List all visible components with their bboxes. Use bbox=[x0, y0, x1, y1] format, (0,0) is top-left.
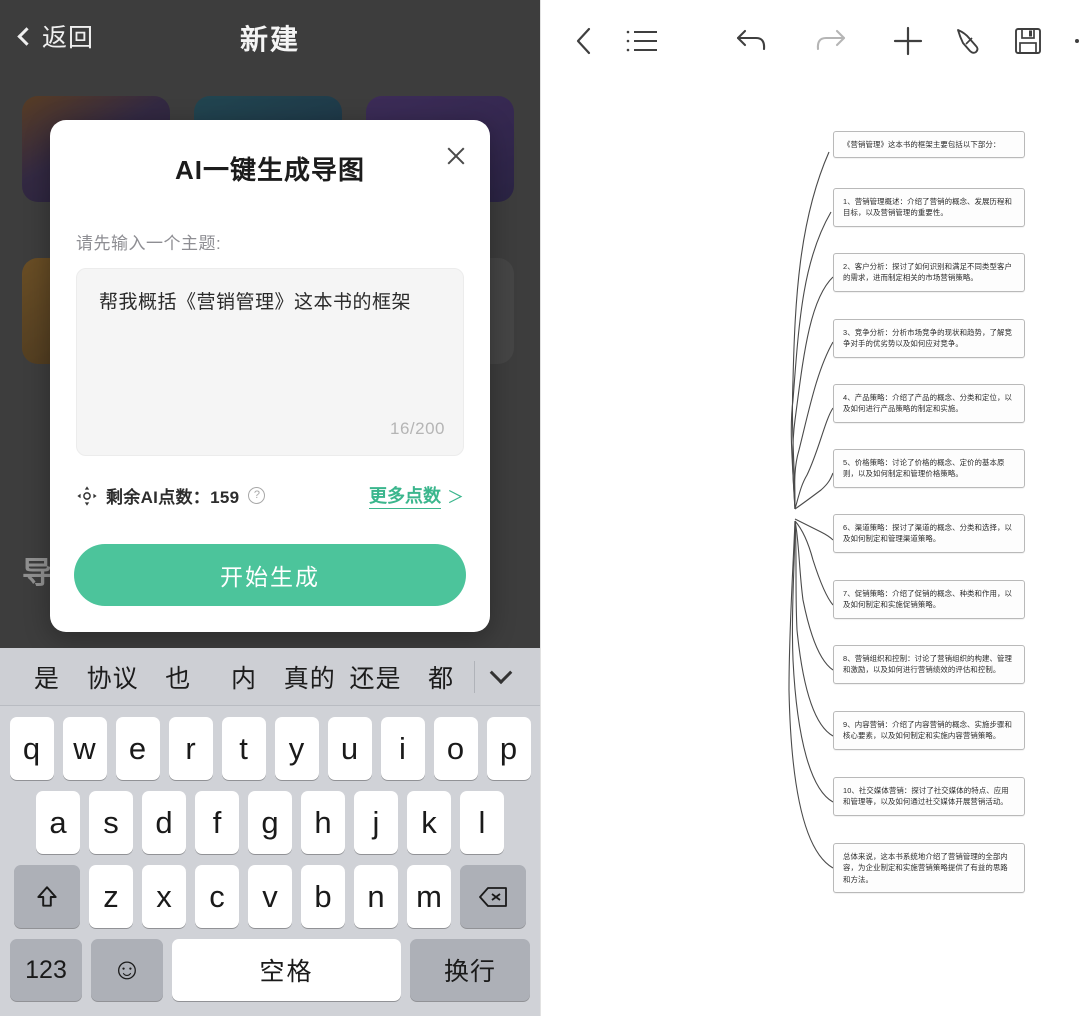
more-points-link[interactable]: 更多点数 ＞ bbox=[369, 482, 464, 509]
key-b[interactable]: b bbox=[301, 865, 345, 928]
topic-input-value: 帮我概括《营销管理》这本书的框架 bbox=[99, 292, 412, 313]
key-e[interactable]: e bbox=[115, 717, 160, 780]
key-g[interactable]: g bbox=[248, 791, 292, 854]
key-r[interactable]: r bbox=[168, 717, 213, 780]
key-w[interactable]: w bbox=[62, 717, 107, 780]
suggestion-item[interactable]: 也 bbox=[145, 659, 211, 695]
key-i[interactable]: i bbox=[380, 717, 425, 780]
key-m[interactable]: m bbox=[407, 865, 451, 928]
points-label: 剩余AI点数：159 bbox=[106, 488, 240, 507]
keyboard-row-2: a s d f g h j k l bbox=[0, 791, 540, 854]
emoji-icon[interactable]: ☺ bbox=[91, 939, 163, 1001]
key-space[interactable]: 空格 bbox=[172, 939, 401, 1001]
key-j[interactable]: j bbox=[354, 791, 398, 854]
mindmap-panel: 帮我概括《营销管理》这本书的框架 《营销管理》这本书的框架主要包括以下部分： 1… bbox=[540, 0, 1080, 1016]
mindmap-node[interactable]: 9、内容营销：介绍了内容营销的概念、实施步骤和核心要素，以及如何制定和实施内容营… bbox=[833, 711, 1025, 750]
mindmap-node[interactable]: 10、社交媒体营销：探讨了社交媒体的特点、应用和管理等，以及如何通过社交媒体开展… bbox=[833, 777, 1025, 816]
key-q[interactable]: q bbox=[9, 717, 54, 780]
mindmap-node[interactable]: 6、渠道策略：探讨了渠道的概念、分类和选择，以及如何制定和管理渠道策略。 bbox=[833, 514, 1025, 553]
key-s[interactable]: s bbox=[89, 791, 133, 854]
key-y[interactable]: y bbox=[274, 717, 319, 780]
chevron-right-icon: ＞ bbox=[447, 488, 464, 507]
shift-icon[interactable] bbox=[14, 865, 80, 928]
prompt-label: 请先输入一个主题: bbox=[76, 234, 222, 253]
key-f[interactable]: f bbox=[195, 791, 239, 854]
mindmap-node[interactable]: 2、客户分析：探讨了如何识别和满足不同类型客户的需求，进而制定相关的市场营销策略… bbox=[833, 253, 1025, 292]
chevron-down-icon[interactable] bbox=[474, 660, 526, 693]
mindmap-node[interactable]: 总体来说，这本书系统地介绍了营销管理的全部内容，为企业制定和实施营销策略提供了有… bbox=[833, 843, 1025, 894]
page-title: 新建 bbox=[239, 24, 300, 55]
key-t[interactable]: t bbox=[221, 717, 266, 780]
mindmap-node[interactable]: 5、价格策略：讨论了价格的概念、定价的基本原则，以及如何制定和管理价格策略。 bbox=[833, 449, 1025, 488]
phone-navbar: 返回 新建 bbox=[0, 0, 540, 82]
char-counter: 16/200 bbox=[390, 418, 445, 438]
help-icon[interactable]: ? bbox=[248, 487, 266, 504]
key-k[interactable]: k bbox=[407, 791, 451, 854]
key-d[interactable]: d bbox=[142, 791, 186, 854]
suggestion-item[interactable]: 是 bbox=[14, 659, 80, 695]
ai-points-icon bbox=[77, 485, 97, 506]
suggestion-item[interactable]: 都 bbox=[408, 659, 474, 695]
more-points-label: 更多点数 bbox=[369, 482, 441, 509]
mindmap-node[interactable]: 8、营销组织和控制：讨论了营销组织的构建、管理和激励，以及如何进行营销绩效的评估… bbox=[833, 645, 1025, 684]
suggestion-bar: 是 协议 也 内 真的 还是 都 bbox=[0, 648, 540, 706]
generate-button[interactable]: 开始生成 bbox=[74, 544, 466, 606]
dialog-title: AI一键生成导图 bbox=[174, 155, 365, 185]
key-a[interactable]: a bbox=[36, 791, 80, 854]
phone-panel: 导 返回 新建 AI一键生成导图 请先输入一个主题: 帮我概括《营销管理》这本书… bbox=[0, 0, 540, 1016]
key-o[interactable]: o bbox=[433, 717, 478, 780]
mindmap-node[interactable]: 1、营销管理概述：介绍了营销的概念、发展历程和目标，以及营销管理的重要性。 bbox=[833, 188, 1025, 227]
suggestion-item[interactable]: 还是 bbox=[343, 659, 409, 695]
keyboard-row-4: 123 ☺ 空格 换行 bbox=[0, 939, 540, 1001]
key-l[interactable]: l bbox=[460, 791, 504, 854]
points-row: 剩余AI点数：159 ? 更多点数 ＞ bbox=[76, 482, 464, 509]
suggestion-item[interactable]: 真的 bbox=[277, 659, 343, 695]
mindmap-node[interactable]: 4、产品策略：介绍了产品的概念、分类和定位，以及如何进行产品策略的制定和实施。 bbox=[833, 384, 1025, 423]
mindmap-node[interactable]: 7、促销策略：介绍了促销的概念、种类和作用，以及如何制定和实施促销策略。 bbox=[833, 580, 1025, 619]
suggestion-item[interactable]: 内 bbox=[211, 659, 277, 695]
mindmap-node[interactable]: 3、竞争分析：分析市场竞争的现状和趋势，了解竞争对手的优劣势以及如何应对竞争。 bbox=[833, 319, 1025, 358]
key-z[interactable]: z bbox=[89, 865, 133, 928]
key-numbers[interactable]: 123 bbox=[10, 939, 82, 1001]
keyboard-row-3: z x c v b n m bbox=[0, 865, 540, 928]
key-u[interactable]: u bbox=[327, 717, 372, 780]
backspace-icon[interactable] bbox=[460, 865, 526, 928]
close-icon[interactable] bbox=[442, 142, 470, 170]
key-x[interactable]: x bbox=[142, 865, 186, 928]
ai-generate-dialog: AI一键生成导图 请先输入一个主题: 帮我概括《营销管理》这本书的框架 16/2… bbox=[50, 120, 490, 632]
mindmap-canvas[interactable]: 帮我概括《营销管理》这本书的框架 《营销管理》这本书的框架主要包括以下部分： 1… bbox=[541, 0, 1080, 1016]
app-root: 导 返回 新建 AI一键生成导图 请先输入一个主题: 帮我概括《营销管理》这本书… bbox=[0, 0, 1080, 1016]
key-h[interactable]: h bbox=[301, 791, 345, 854]
mindmap-node[interactable]: 《营销管理》这本书的框架主要包括以下部分： bbox=[833, 131, 1025, 159]
keyboard-row-1: q w e r t y u i o p bbox=[0, 717, 540, 780]
key-p[interactable]: p bbox=[486, 717, 531, 780]
suggestion-item[interactable]: 协议 bbox=[80, 659, 146, 695]
key-n[interactable]: n bbox=[354, 865, 398, 928]
key-enter[interactable]: 换行 bbox=[410, 939, 530, 1001]
topic-input[interactable]: 帮我概括《营销管理》这本书的框架 16/200 bbox=[76, 268, 464, 456]
key-v[interactable]: v bbox=[248, 865, 292, 928]
virtual-keyboard: 是 协议 也 内 真的 还是 都 q w e r t y u i o p a s… bbox=[0, 648, 540, 1016]
key-c[interactable]: c bbox=[195, 865, 239, 928]
